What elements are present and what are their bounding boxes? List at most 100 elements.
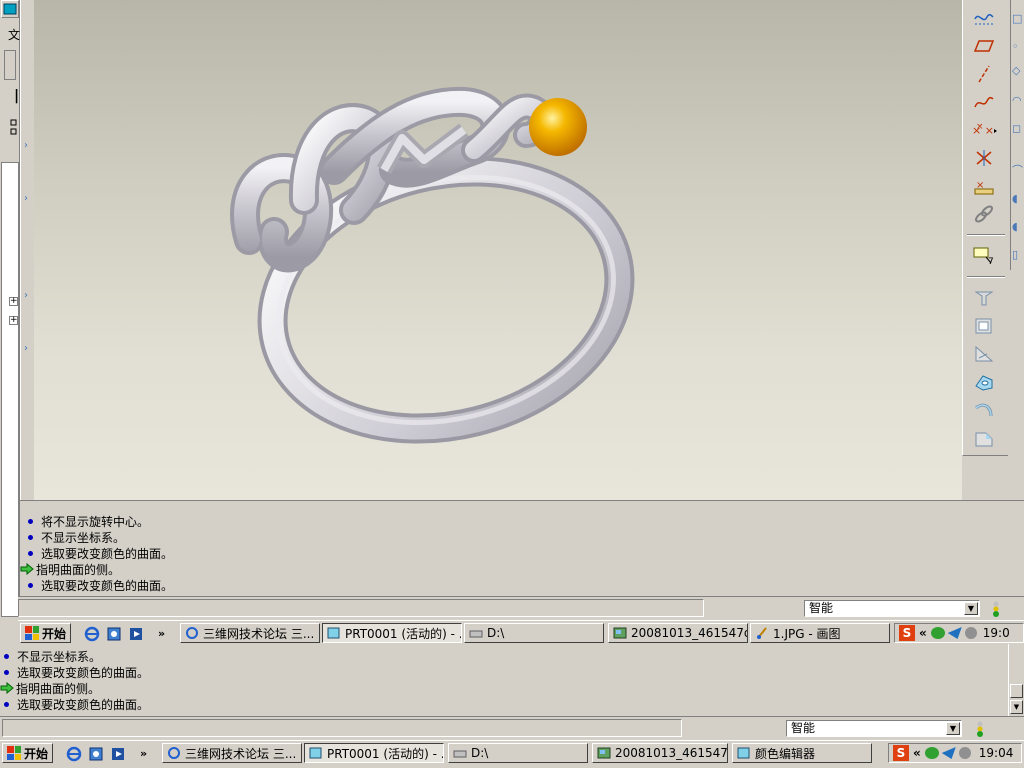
outlook-icon[interactable] — [88, 746, 104, 762]
datum-plane-icon[interactable] — [969, 34, 999, 58]
chevron-right-icon[interactable]: › — [24, 343, 28, 354]
ring-model[interactable] — [34, 0, 962, 500]
taskbar-bottom: 开始 » 三维网技术论坛 三... PRT0001 (活动的) - ... D:… — [0, 740, 1024, 768]
toolbar-button-icon[interactable]: ⌒ — [1012, 162, 1024, 180]
task-proe-prt0001[interactable]: PRT0001 (活动的) - ... — [322, 623, 462, 643]
toolbar-button-icon[interactable]: ◖ — [1012, 220, 1024, 238]
task-color-editor[interactable]: 颜色编辑器 — [732, 743, 872, 763]
coordinate-system-icon[interactable] — [969, 146, 999, 170]
window-icon[interactable] — [1, 0, 19, 18]
message-line: 选取要改变颜色的曲面。 — [0, 696, 149, 712]
media-player-icon[interactable] — [128, 626, 144, 642]
status-text-panel — [18, 599, 704, 617]
shell-icon[interactable] — [969, 314, 999, 338]
network-icon[interactable] — [930, 627, 945, 639]
task-image-viewer[interactable]: 20081013_461547d... — [592, 743, 728, 763]
volume-icon[interactable] — [964, 627, 977, 639]
selection-filter-select[interactable]: 智能 ▼ — [786, 720, 962, 737]
media-player-icon[interactable] — [110, 746, 126, 762]
toolbar-button-icon[interactable]: ◖ — [1012, 192, 1024, 210]
message-line: 指明曲面的侧。 — [20, 561, 120, 577]
datum-axis-icon[interactable] — [969, 62, 999, 86]
chamfer-icon[interactable] — [969, 426, 999, 450]
message-line: 不显示坐标系。 — [24, 529, 125, 545]
text-tool-label[interactable]: 文 — [8, 26, 20, 43]
tree-splitter[interactable]: › › › › — [20, 0, 34, 500]
info-bullet-icon — [4, 653, 9, 659]
datum-point-icon[interactable]: × × × — [969, 118, 999, 142]
info-bullet-icon — [28, 534, 33, 540]
prompt-arrow-icon — [0, 682, 14, 694]
datum-curve-icon[interactable] — [969, 90, 999, 114]
task-proe-prt0001[interactable]: PRT0001 (活动的) - ... — [304, 743, 444, 763]
clock[interactable]: 19:04 — [979, 746, 1014, 760]
model-tree-panel[interactable] — [1, 162, 19, 617]
analysis-icon[interactable]: × — [969, 174, 999, 198]
toolbar-button-icon[interactable]: ▯ — [1012, 248, 1024, 266]
message-area-bottom: 不显示坐标系。 选取要改变颜色的曲面。 指明曲面的侧。 选取要改变颜色的曲面。 … — [0, 644, 1024, 716]
gold-sphere[interactable] — [529, 98, 587, 156]
message-scrollbar[interactable]: ▼ — [1008, 644, 1024, 716]
cursor-bar: | — [14, 88, 20, 104]
toolbar-button-icon[interactable]: ◠ — [1012, 94, 1024, 112]
chevron-right-icon[interactable]: › — [24, 140, 28, 151]
toolbar-button-icon[interactable]: ◻ — [1012, 122, 1024, 140]
chevron-right-icon[interactable]: › — [24, 193, 28, 204]
ie-icon[interactable] — [84, 626, 100, 642]
proe-icon — [309, 747, 322, 759]
message-line: 将不显示旋转中心。 — [24, 513, 149, 529]
hole-icon[interactable] — [969, 370, 999, 394]
toolbar-button-icon[interactable]: □ — [1012, 12, 1024, 30]
task-ie-forum[interactable]: 三维网技术论坛 三... — [180, 623, 320, 643]
scroll-down-icon[interactable]: ▼ — [1010, 700, 1023, 714]
rib-icon[interactable] — [969, 342, 999, 366]
chevron-down-icon[interactable]: ▼ — [946, 722, 960, 735]
messenger-icon[interactable] — [941, 747, 956, 759]
start-button[interactable]: 开始 — [2, 743, 54, 763]
note-icon[interactable]: 7 — [969, 243, 999, 267]
graphics-viewport[interactable] — [34, 0, 962, 500]
task-drive-d[interactable]: D:\ — [448, 743, 588, 763]
more-toolbar-chevron[interactable]: » — [158, 627, 165, 640]
tree-expand-icon[interactable]: + — [9, 316, 18, 325]
tray-chevron[interactable]: « — [919, 626, 927, 640]
ie-icon — [186, 627, 198, 639]
sash-handle[interactable] — [4, 50, 16, 80]
task-image-viewer[interactable]: 20081013_461547d... — [608, 623, 748, 643]
network-icon[interactable] — [924, 747, 939, 759]
task-paint[interactable]: 1.JPG - 画图 — [750, 623, 890, 643]
system-tray: S « 19:04 — [888, 743, 1022, 763]
chain-link-icon[interactable] — [969, 202, 999, 226]
tree-expand-icon[interactable]: + — [9, 297, 18, 306]
windows-logo-icon — [7, 746, 21, 760]
tray-chevron[interactable]: « — [913, 746, 921, 760]
ime-s-icon[interactable]: S — [899, 625, 915, 641]
volume-icon[interactable] — [958, 747, 971, 759]
info-bullet-icon — [4, 669, 9, 675]
messenger-icon[interactable] — [947, 627, 962, 639]
chevron-down-icon[interactable]: ▼ — [964, 602, 978, 615]
ime-s-icon[interactable]: S — [893, 745, 909, 761]
draft-icon[interactable] — [969, 286, 999, 310]
task-ie-forum[interactable]: 三维网技术论坛 三... — [162, 743, 302, 763]
ie-icon — [168, 747, 180, 759]
more-toolbar-chevron[interactable]: » — [140, 747, 147, 760]
ie-icon[interactable] — [66, 746, 82, 762]
start-button[interactable]: 开始 — [20, 623, 72, 643]
selection-filter-select[interactable]: 智能 ▼ — [804, 600, 980, 617]
paint-icon — [757, 627, 767, 639]
scrollbar-thumb[interactable] — [1010, 684, 1023, 698]
curve-sketch-icon[interactable] — [969, 6, 999, 30]
svg-text:7: 7 — [988, 257, 994, 265]
round-icon[interactable] — [969, 398, 999, 422]
drive-icon — [469, 630, 483, 638]
toolbar-button-icon[interactable]: ◇ — [1012, 64, 1024, 82]
clock[interactable]: 19:0 — [983, 626, 1010, 640]
task-drive-d[interactable]: D:\ — [464, 623, 604, 643]
status-bar-bottom: 智能 ▼ — [0, 716, 1024, 740]
chevron-right-icon[interactable]: › — [24, 290, 28, 301]
toolbar-button-icon[interactable]: ◦ — [1012, 40, 1024, 58]
tree-toggle-icon[interactable] — [10, 118, 18, 138]
proe-icon — [737, 747, 750, 759]
outlook-icon[interactable] — [106, 626, 122, 642]
